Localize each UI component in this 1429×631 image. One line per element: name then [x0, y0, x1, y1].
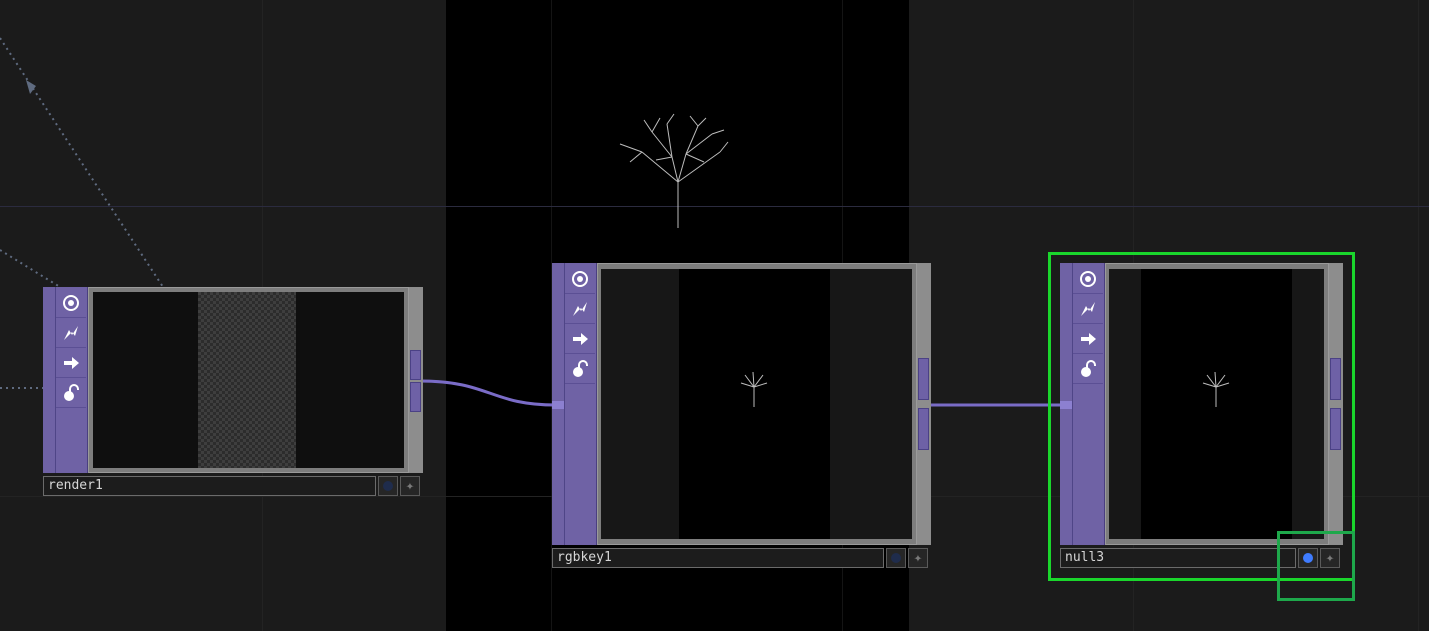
- bypass-icon[interactable]: [565, 264, 595, 294]
- node-null3[interactable]: [1060, 263, 1343, 545]
- lightning-icon[interactable]: [565, 294, 595, 324]
- clone-button[interactable]: ✦: [908, 548, 928, 568]
- node-output-bar: [917, 263, 931, 545]
- wire-render1-to-rgbkey1[interactable]: [419, 379, 557, 407]
- node-output-bar: [1329, 263, 1343, 545]
- output-connector[interactable]: [1330, 358, 1341, 400]
- tree-preview-image: [619, 113, 729, 228]
- lock-icon[interactable]: [565, 354, 595, 384]
- viewer-toggle-button[interactable]: [378, 476, 398, 496]
- input-connector[interactable]: [1060, 401, 1072, 409]
- viewer-dot-icon: [891, 553, 901, 563]
- arrow-right-icon[interactable]: [565, 324, 595, 354]
- node-name-label[interactable]: render1: [43, 476, 376, 496]
- arrow-right-icon[interactable]: [56, 348, 86, 378]
- tree-thumbnail-icon: [1202, 371, 1230, 407]
- output-connector[interactable]: [1330, 408, 1341, 450]
- star-icon: ✦: [405, 478, 415, 494]
- star-icon: ✦: [913, 550, 923, 566]
- lightning-icon[interactable]: [1073, 294, 1103, 324]
- viewer-dot-icon: [383, 481, 393, 491]
- bypass-icon[interactable]: [56, 288, 86, 318]
- node-viewer[interactable]: [601, 269, 912, 539]
- bypass-icon[interactable]: [1073, 264, 1103, 294]
- lock-icon[interactable]: [56, 378, 86, 408]
- viewer-toggle-highlight: [1277, 531, 1355, 601]
- lightning-icon[interactable]: [56, 318, 86, 348]
- node-name-label[interactable]: null3: [1060, 548, 1296, 568]
- output-connector[interactable]: [918, 358, 929, 400]
- output-connector[interactable]: [918, 408, 929, 450]
- output-connector[interactable]: [410, 350, 421, 380]
- reference-wire: [0, 37, 166, 291]
- node-rgbkey1[interactable]: [552, 263, 931, 545]
- input-connector[interactable]: [552, 401, 564, 409]
- node-render1[interactable]: [43, 287, 423, 473]
- clone-button[interactable]: ✦: [400, 476, 420, 496]
- tree-thumbnail-icon: [740, 371, 768, 407]
- reference-wire: [0, 249, 61, 288]
- arrow-right-icon[interactable]: [1073, 324, 1103, 354]
- node-output-bar: [409, 287, 423, 473]
- output-connector[interactable]: [410, 382, 421, 412]
- wire-arrow-icon: [26, 80, 36, 94]
- node-name-label[interactable]: rgbkey1: [552, 548, 884, 568]
- viewer-toggle-button[interactable]: [886, 548, 906, 568]
- node-viewer[interactable]: [1109, 269, 1324, 539]
- lock-icon[interactable]: [1073, 354, 1103, 384]
- node-viewer[interactable]: [93, 292, 404, 468]
